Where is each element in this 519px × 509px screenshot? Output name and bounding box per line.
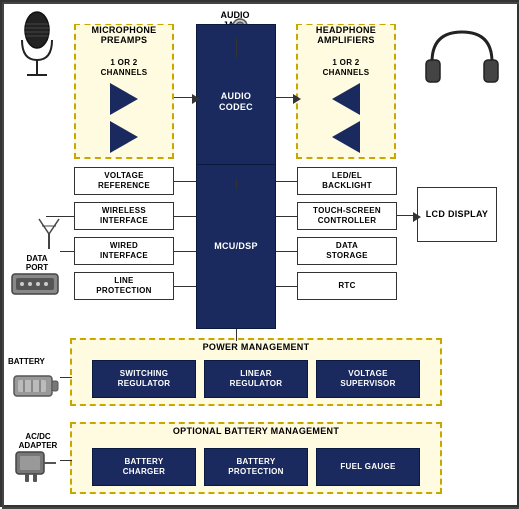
line-mcu-to-led (276, 181, 297, 182)
arrow-codec-hp (293, 91, 301, 109)
hp-channels-label: 1 OR 2 CHANNELS (323, 58, 370, 77)
rtc-label: RTC (338, 281, 355, 291)
line-mcu-to-touch (276, 216, 297, 217)
line-lineprot-to-mcu (174, 286, 196, 287)
bat-protection-block: BATTERY PROTECTION (204, 448, 308, 486)
switching-reg-block: SWITCHING REGULATOR (92, 360, 196, 398)
antenna-icon (34, 214, 64, 259)
voltage-ref-label: VOLTAGE REFERENCE (98, 171, 150, 190)
headphone-icon (422, 22, 502, 107)
audio-codec-label: AUDIO CODEC (219, 91, 253, 113)
bat-charger-label: BATTERY CHARGER (123, 457, 166, 476)
bat-charger-block: BATTERY CHARGER (92, 448, 196, 486)
microphone-icon (12, 10, 62, 95)
fuel-gauge-label: FUEL GAUGE (340, 462, 395, 472)
data-port-icon (10, 270, 60, 303)
amplifier-right-icon-2 (110, 121, 138, 153)
switching-reg-label: SWITCHING REGULATOR (118, 369, 171, 388)
power-mgmt-outer: POWER MANAGEMENT SWITCHING REGULATOR LIN… (70, 338, 442, 406)
voltage-sup-label: VOLTAGE SUPERVISOR (340, 369, 395, 388)
headphone-amps-box: HEADPHONE AMPLIFIERS 1 OR 2 CHANNELS (296, 24, 396, 159)
wired-iface-label: WIRED INTERFACE (100, 241, 148, 260)
mic-channels-label: 1 OR 2 CHANNELS (101, 58, 148, 77)
line-wireless-to-mcu (174, 216, 196, 217)
data-storage-block: DATA STORAGE (297, 237, 397, 265)
mic-preamps-box: MICROPHONE PREAMPS 1 OR 2 CHANNELS (74, 24, 174, 159)
wireless-iface-label: WIRELESS INTERFACE (100, 206, 148, 225)
voltage-sup-block: VOLTAGE SUPERVISOR (316, 360, 420, 398)
line-mcu-to-datastorage (276, 251, 297, 252)
battery-label: BATTERY (8, 357, 45, 366)
line-mcu-to-power (236, 329, 237, 341)
amplifier-right-icon (110, 83, 138, 115)
opt-battery-label: OPTIONAL BATTERY MANAGEMENT (72, 424, 440, 437)
power-mgmt-label: POWER MANAGEMENT (72, 340, 440, 353)
amplifier-left-icon-2 (332, 121, 360, 153)
linear-reg-label: LINEAR REGULATOR (230, 369, 283, 388)
acdc-adapter-icon (12, 450, 56, 491)
mcu-dsp-label: MCU/DSP (214, 241, 258, 252)
linear-reg-block: LINEAR REGULATOR (204, 360, 308, 398)
lcd-display-block: LCD DISPLAY (417, 187, 497, 242)
rtc-block: RTC (297, 272, 397, 300)
lcd-display-label: LCD DISPLAY (426, 209, 488, 220)
headphone-amps-label: HEADPHONE AMPLIFIERS (298, 25, 394, 47)
line-acdc-to-optbat (60, 460, 72, 461)
touch-screen-block: TOUCH-SCREEN CONTROLLER (297, 202, 397, 230)
line-protection-label: LINE PROTECTION (96, 276, 151, 295)
wireless-iface-block: WIRELESS INTERFACE (74, 202, 174, 230)
line-codec-to-mcu (236, 179, 237, 189)
main-diagram: AUDIO JACK MICROPHONE (0, 0, 519, 507)
line-bat-to-power (60, 377, 72, 378)
line-ant-to-wireless (46, 216, 74, 217)
line-protection-block: LINE PROTECTION (74, 272, 174, 300)
voltage-ref-block: VOLTAGE REFERENCE (74, 167, 174, 195)
data-storage-label: DATA STORAGE (326, 241, 368, 260)
led-backlight-block: LED/EL BACKLIGHT (297, 167, 397, 195)
bat-protection-label: BATTERY PROTECTION (228, 457, 283, 476)
battery-icon (12, 370, 60, 407)
acdc-label: AC/DC ADAPTER (8, 432, 68, 450)
line-vref-to-mcu (174, 181, 196, 182)
arrow-mic-codec (192, 91, 200, 109)
touch-screen-label: TOUCH-SCREEN CONTROLLER (313, 206, 381, 225)
led-backlight-label: LED/EL BACKLIGHT (322, 171, 372, 190)
wired-iface-block: WIRED INTERFACE (74, 237, 174, 265)
arrow-led-lcd (413, 209, 421, 227)
line-wired-to-mcu (174, 251, 196, 252)
line-jack-to-codec (236, 38, 237, 58)
mic-preamps-label: MICROPHONE PREAMPS (76, 25, 172, 47)
line-mcu-to-rtc (276, 286, 297, 287)
line-dataport-to-wired (60, 251, 74, 252)
fuel-gauge-block: FUEL GAUGE (316, 448, 420, 486)
amplifier-left-icon (332, 83, 360, 115)
opt-battery-outer: OPTIONAL BATTERY MANAGEMENT BATTERY CHAR… (70, 422, 442, 494)
